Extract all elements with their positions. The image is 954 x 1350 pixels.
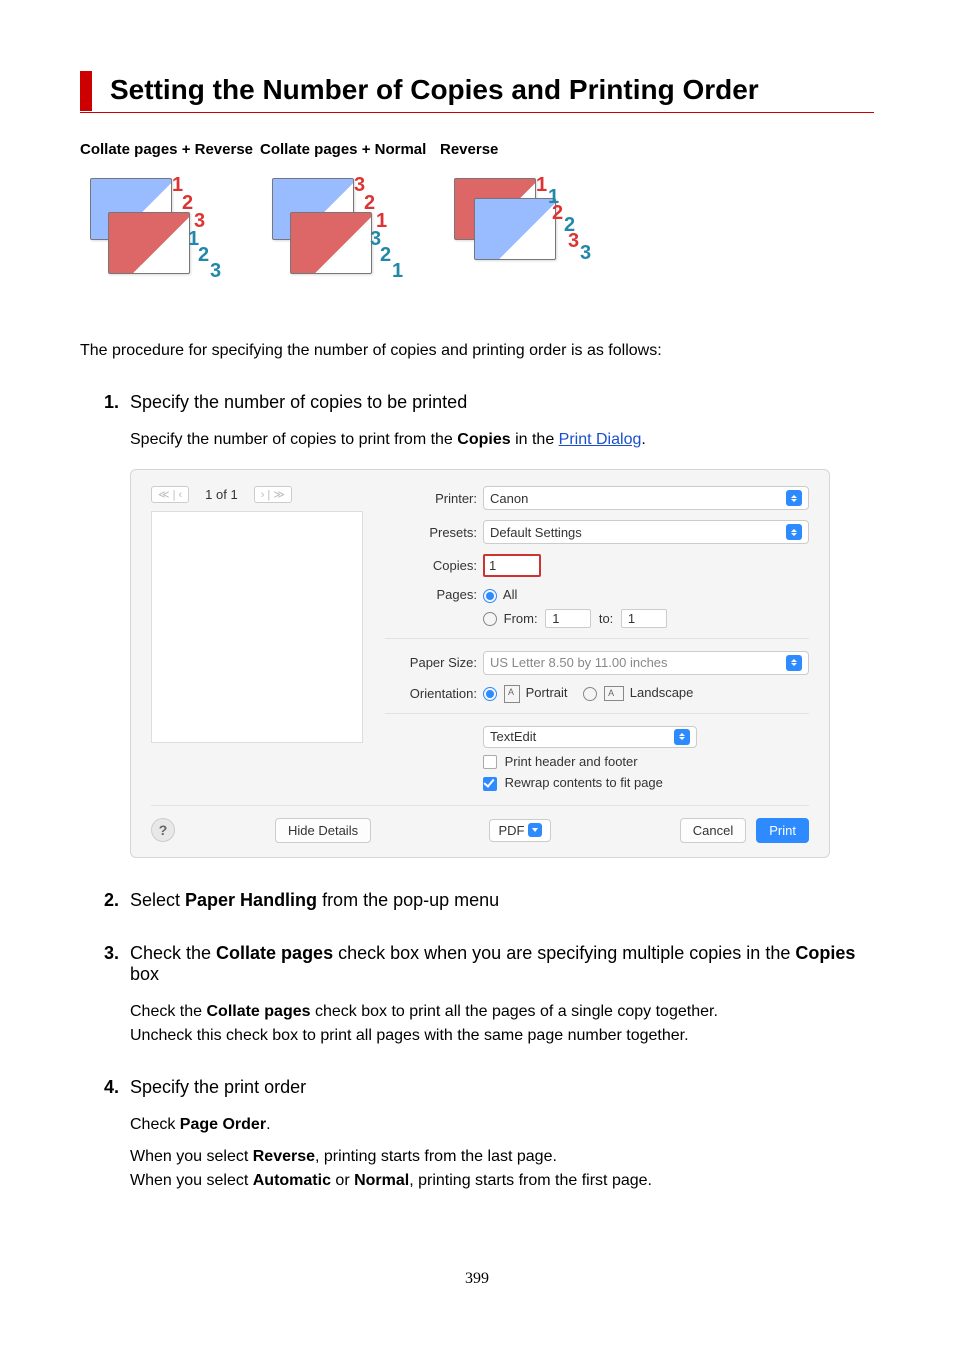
thumbnail-collate-normal: 3 2 1 3 2 1 [262, 172, 422, 282]
pager-last-button[interactable]: › | ≫ [254, 486, 292, 503]
page-heading-bar: Setting the Number of Copies and Printin… [80, 70, 874, 113]
hide-details-button[interactable]: Hide Details [275, 818, 371, 843]
lede-paragraph: The procedure for specifying the number … [80, 342, 874, 360]
cb-header-footer[interactable]: Print header and footer [483, 754, 809, 770]
print-dialog-link[interactable]: Print Dialog [559, 431, 642, 448]
print-button[interactable]: Print [756, 818, 809, 843]
orientation-portrait-option[interactable]: Portrait [483, 685, 571, 700]
cancel-button[interactable]: Cancel [680, 818, 746, 843]
step-3: Check the Collate pages check box when y… [104, 943, 874, 1045]
panel-select[interactable]: TextEdit [483, 726, 697, 748]
landscape-icon [604, 686, 624, 701]
step-1-title: Specify the number of copies to be print… [130, 392, 874, 413]
papersize-select[interactable]: US Letter 8.50 by 11.00 inches [483, 651, 809, 675]
caret-icon [786, 655, 802, 671]
dialog-preview [151, 511, 363, 743]
step-4: Specify the print order Check Page Order… [104, 1077, 874, 1190]
print-dialog-screenshot: ≪ | ‹ 1 of 1 › | ≫ Printer: Canon [130, 469, 830, 858]
thumbnail-collate-reverse: 1 2 3 1 2 3 [80, 172, 240, 282]
thumbnail-row: 1 2 3 1 2 3 3 2 1 3 2 1 1 1 2 2 3 3 [80, 172, 874, 282]
step-3-title: Check the Collate pages check box when y… [130, 943, 874, 985]
heading-accent [80, 71, 92, 111]
step-2-title: Select Paper Handling from the pop-up me… [130, 890, 874, 911]
papersize-label: Paper Size: [385, 655, 483, 670]
panel-value: TextEdit [490, 729, 536, 744]
presets-label: Presets: [385, 525, 483, 540]
dialog-separator [151, 805, 809, 806]
cb-rewrap[interactable]: Rewrap contents to fit page [483, 775, 809, 791]
step-2: Select Paper Handling from the pop-up me… [104, 890, 874, 911]
step-4-title: Specify the print order [130, 1077, 874, 1098]
step-1-body: Specify the number of copies to print fr… [130, 431, 874, 449]
pages-label: Pages: [385, 587, 483, 602]
radio-icon [583, 687, 597, 701]
pages-from-option[interactable]: From: 1 to: 1 [483, 609, 671, 628]
caret-icon [786, 524, 802, 540]
pages-to-input[interactable]: 1 [621, 609, 667, 628]
options-row: Collate pages + Reverse Collate pages + … [80, 141, 874, 158]
pages-all-option[interactable]: All [483, 587, 671, 603]
presets-value: Default Settings [490, 525, 582, 540]
pages-from-input[interactable]: 1 [545, 609, 591, 628]
presets-select[interactable]: Default Settings [483, 520, 809, 544]
page-number: 399 [80, 1270, 874, 1288]
help-button[interactable]: ? [151, 818, 175, 842]
page-title: Setting the Number of Copies and Printin… [110, 70, 759, 110]
chevron-down-icon [528, 823, 542, 837]
orientation-landscape-option[interactable]: Landscape [583, 685, 693, 700]
radio-icon [483, 687, 497, 701]
portrait-icon [504, 685, 520, 703]
dialog-separator [385, 638, 809, 639]
radio-icon [483, 589, 497, 603]
papersize-value: US Letter 8.50 by 11.00 inches [490, 655, 668, 670]
pager-first-button[interactable]: ≪ | ‹ [151, 486, 189, 503]
orientation-label: Orientation: [385, 686, 483, 701]
copies-label: Copies: [385, 558, 483, 573]
radio-icon [483, 612, 497, 626]
step-1: Specify the number of copies to be print… [104, 392, 874, 858]
pdf-menu-button[interactable]: PDF [489, 819, 551, 842]
checkbox-icon [483, 755, 497, 769]
orientation-group: Portrait Landscape [483, 685, 693, 703]
printer-select[interactable]: Canon [483, 486, 809, 510]
dialog-pager: ≪ | ‹ 1 of 1 › | ≫ [151, 486, 361, 503]
step-3-body: Check the Collate pages check box to pri… [130, 1003, 874, 1045]
pager-label: 1 of 1 [195, 487, 248, 502]
caret-icon [674, 729, 690, 745]
option-label-collate-reverse: Collate pages + Reverse [80, 141, 260, 158]
printer-value: Canon [490, 491, 528, 506]
step-4-body: Check Page Order. When you select Revers… [130, 1116, 874, 1190]
option-label-reverse: Reverse [440, 141, 620, 158]
printer-label: Printer: [385, 491, 483, 506]
option-label-collate-normal: Collate pages + Normal [260, 141, 440, 158]
dialog-separator [385, 713, 809, 714]
copies-input[interactable]: 1 [483, 554, 541, 577]
thumbnail-reverse: 1 1 2 2 3 3 [444, 172, 604, 282]
checkbox-icon [483, 777, 497, 791]
caret-icon [786, 490, 802, 506]
